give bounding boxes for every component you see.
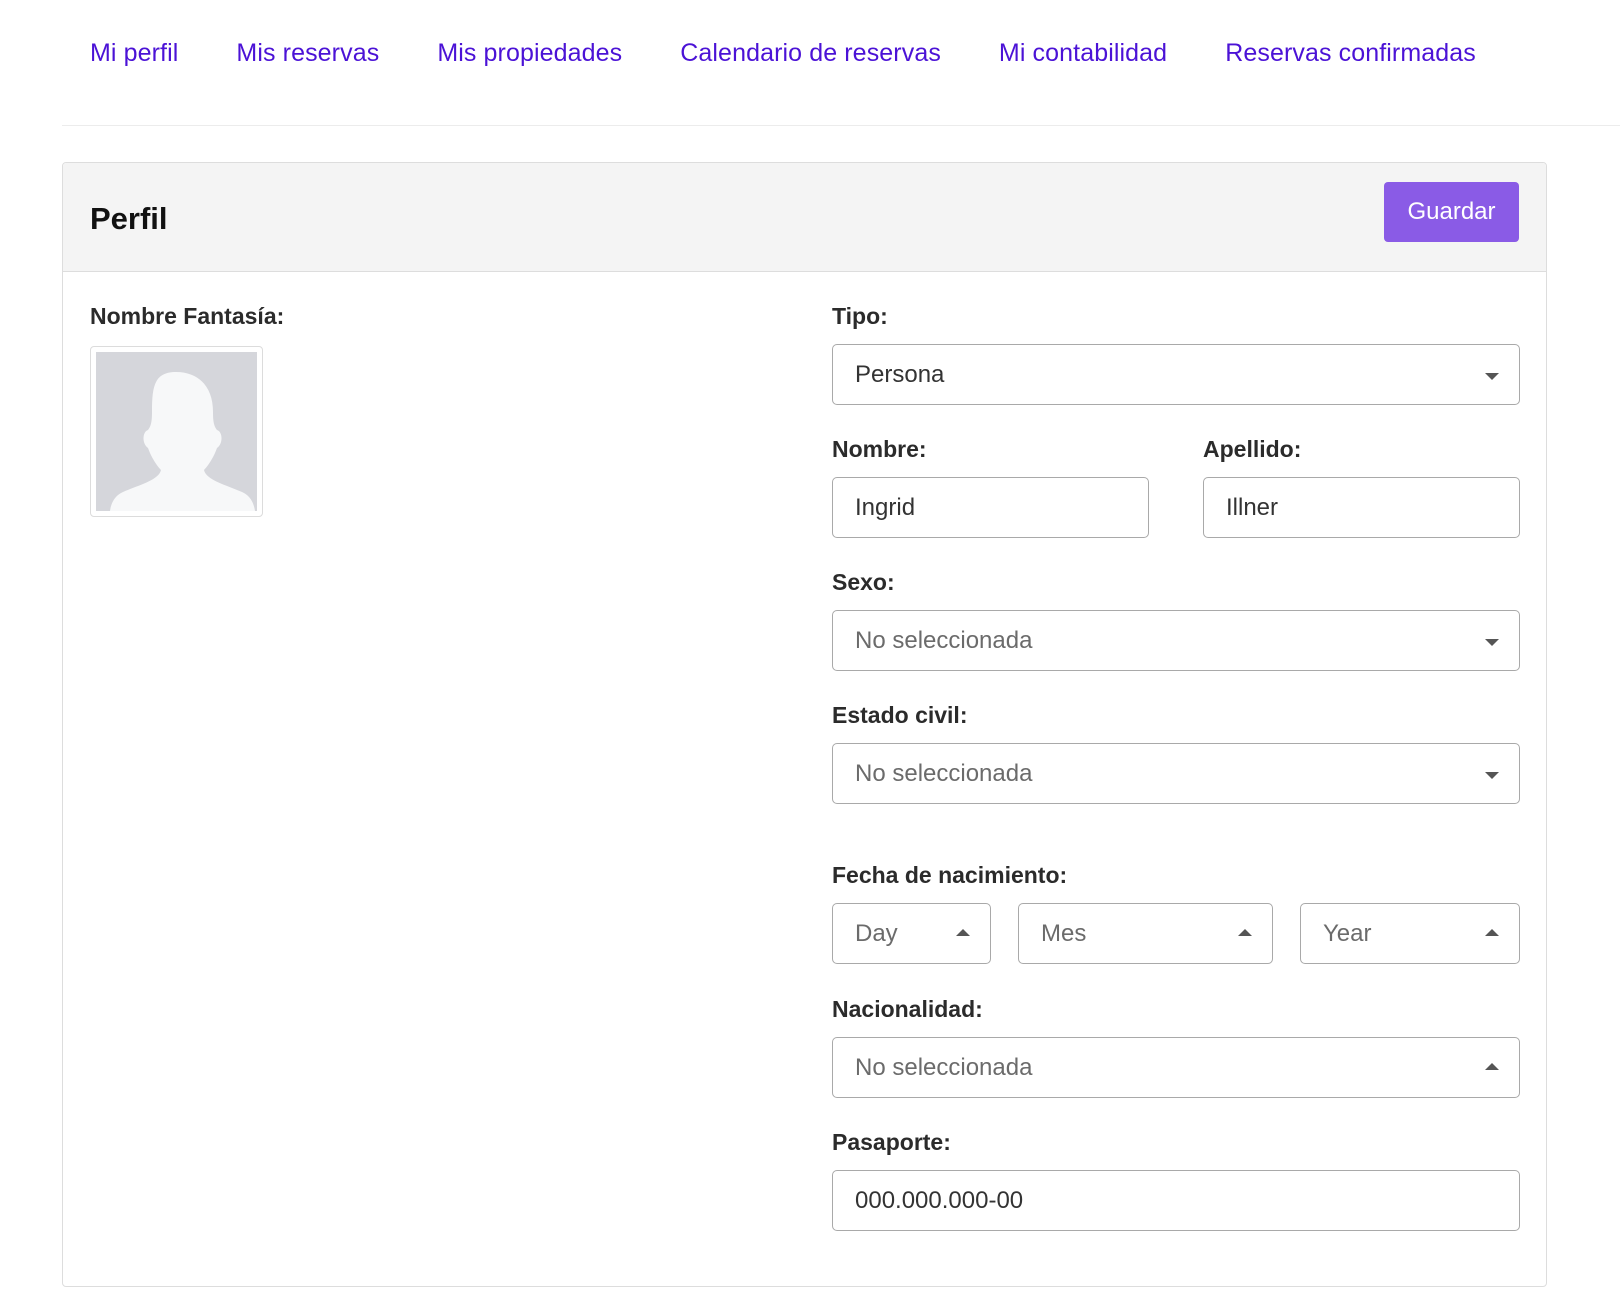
nombre-field: Nombre: Ingrid [832, 436, 1149, 538]
apellido-field: Apellido: Illner [1203, 436, 1520, 538]
nacionalidad-value: No seleccionada [855, 1053, 1033, 1081]
profile-card: Perfil Guardar Nombre Fantasía: Tipo: Pe… [62, 162, 1547, 1287]
avatar[interactable] [90, 346, 263, 517]
chevron-up-icon [1485, 928, 1499, 936]
tipo-select[interactable]: Persona [832, 344, 1520, 405]
estado-civil-select[interactable]: No seleccionada [832, 743, 1520, 804]
nombre-input[interactable]: Ingrid [832, 477, 1149, 538]
nacionalidad-field: Nacionalidad: No seleccionada [832, 996, 1520, 1098]
estado-civil-value: No seleccionada [855, 759, 1033, 787]
nombre-value: Ingrid [855, 493, 916, 521]
estado-civil-field: Estado civil: No seleccionada [832, 702, 1520, 804]
estado-civil-label: Estado civil: [832, 702, 968, 728]
day-select[interactable]: Day [832, 903, 991, 964]
fecha-nacimiento-label: Fecha de nacimiento: [832, 862, 1068, 888]
chevron-up-icon [1238, 928, 1252, 936]
nav-mis-propiedades[interactable]: Mis propiedades [437, 39, 622, 67]
apellido-input[interactable]: Illner [1203, 477, 1520, 538]
nacionalidad-select[interactable]: No seleccionada [832, 1037, 1520, 1098]
nav-mis-reservas[interactable]: Mis reservas [236, 39, 379, 67]
apellido-value: Illner [1226, 493, 1279, 521]
card-header: Perfil Guardar [63, 163, 1546, 272]
nav-reservas-confirmadas[interactable]: Reservas confirmadas [1225, 39, 1476, 67]
month-value: Mes [1041, 919, 1087, 947]
apellido-label: Apellido: [1203, 436, 1302, 462]
chevron-down-icon [1485, 771, 1499, 779]
chevron-down-icon [1485, 638, 1499, 646]
tipo-label: Tipo: [832, 303, 888, 329]
nav-calendario-reservas[interactable]: Calendario de reservas [680, 39, 941, 67]
nacionalidad-label: Nacionalidad: [832, 996, 983, 1022]
chevron-down-icon [1485, 372, 1499, 380]
page-title: Perfil [90, 201, 168, 236]
top-navigation: Mi perfil Mis reservas Mis propiedades C… [62, 0, 1620, 126]
left-column: Nombre Fantasía: [90, 303, 284, 517]
tipo-value: Persona [855, 360, 945, 388]
tipo-field: Tipo: Persona [832, 303, 1520, 405]
pasaporte-field: Pasaporte: 000.000.000-00 [832, 1129, 1520, 1231]
sexo-label: Sexo: [832, 569, 895, 595]
chevron-up-icon [1485, 1062, 1499, 1070]
nombre-label: Nombre: [832, 436, 927, 462]
pasaporte-input[interactable]: 000.000.000-00 [832, 1170, 1520, 1231]
sexo-value: No seleccionada [855, 626, 1033, 654]
sexo-select[interactable]: No seleccionada [832, 610, 1520, 671]
chevron-up-icon [956, 928, 970, 936]
day-value: Day [855, 919, 898, 947]
save-button[interactable]: Guardar [1384, 182, 1519, 242]
nav-mi-perfil[interactable]: Mi perfil [90, 39, 178, 67]
pasaporte-label: Pasaporte: [832, 1129, 951, 1155]
month-select[interactable]: Mes [1018, 903, 1273, 964]
sexo-field: Sexo: No seleccionada [832, 569, 1520, 671]
pasaporte-value: 000.000.000-00 [855, 1186, 1024, 1214]
fecha-nacimiento-field: Fecha de nacimiento: Day Mes Year [832, 862, 1520, 965]
user-placeholder-icon [96, 352, 257, 511]
year-select[interactable]: Year [1300, 903, 1520, 964]
nombre-fantasia-label: Nombre Fantasía: [90, 303, 285, 329]
nav-mi-contabilidad[interactable]: Mi contabilidad [999, 39, 1167, 67]
year-value: Year [1323, 919, 1372, 947]
